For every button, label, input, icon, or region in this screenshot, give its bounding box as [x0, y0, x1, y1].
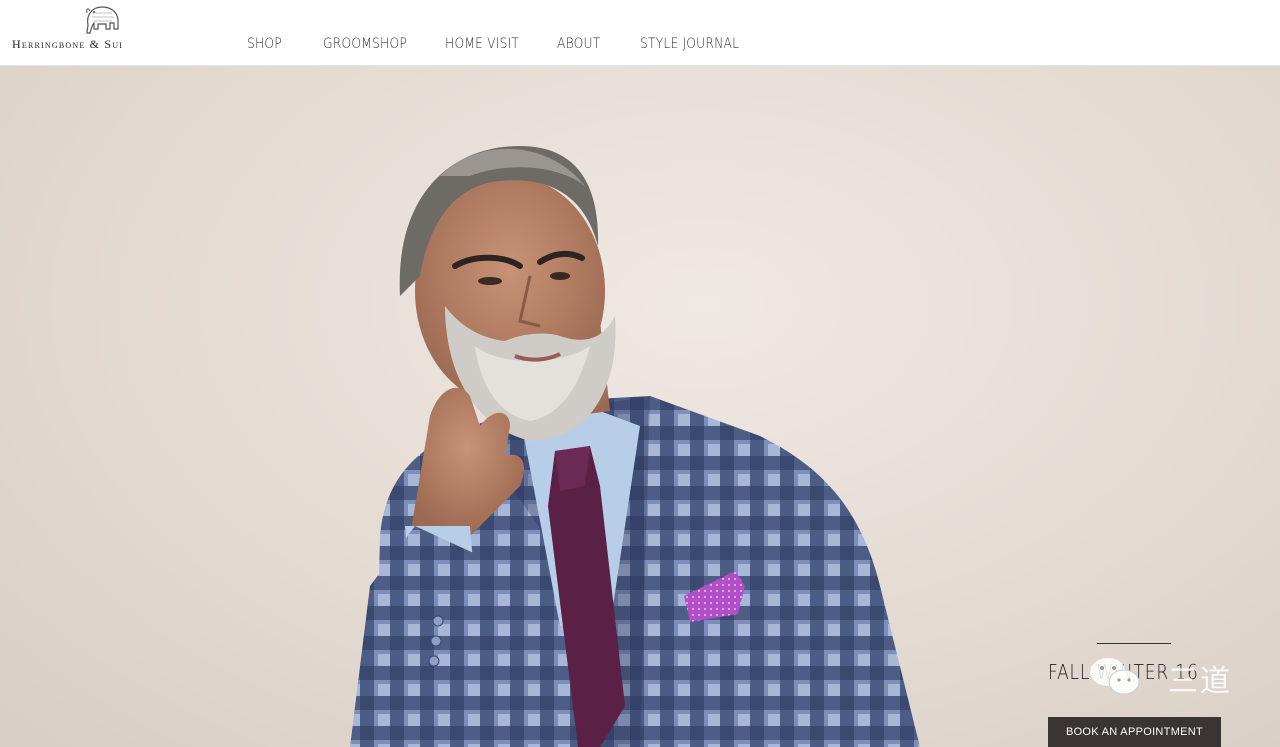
brand-logo[interactable]: Herringbone & Sui — [10, 3, 196, 59]
promo-divider — [1097, 643, 1171, 644]
nav-item-shop[interactable]: SHOP — [247, 36, 282, 52]
nav-item-home-visit[interactable]: HOME VISIT — [445, 36, 519, 52]
hero-photo — [350, 146, 920, 747]
hero-banner — [0, 66, 1280, 747]
wechat-icon — [1090, 658, 1140, 695]
nav-item-about[interactable]: ABOUT — [557, 36, 600, 52]
watermark-text: 三道 — [1168, 664, 1232, 699]
elephant-icon — [86, 6, 119, 34]
brand-name: Herringbone & Sui — [12, 37, 124, 51]
book-appointment-button[interactable]: BOOK AN APPOINTMENT — [1048, 717, 1221, 747]
nav-item-groomshop[interactable]: GROOMSHOP — [323, 36, 407, 52]
watermark: 三道 — [1086, 652, 1242, 700]
site-header: Herringbone & Sui SHOP GROOMSHOP HOME VI… — [0, 0, 1280, 66]
nav-item-style-journal[interactable]: STYLE JOURNAL — [640, 36, 739, 52]
